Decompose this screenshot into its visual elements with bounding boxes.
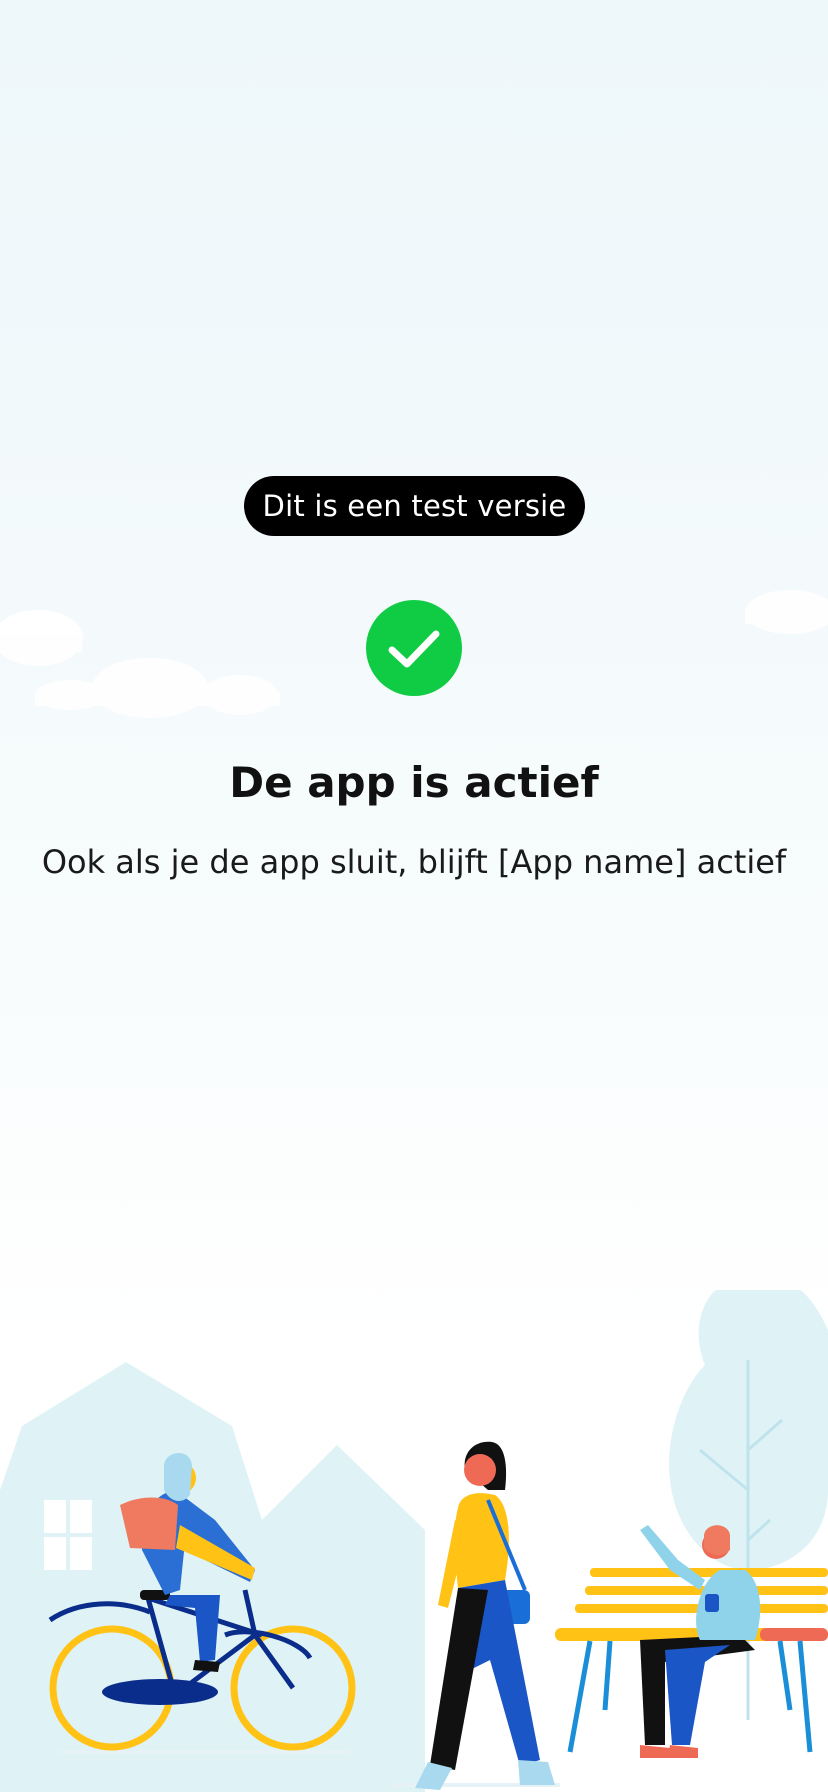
app-active-screen: Dit is een test versie De app is actief … bbox=[0, 0, 828, 1792]
walking-woman-figure bbox=[415, 1441, 555, 1790]
cloud-icon-center bbox=[35, 658, 280, 718]
page-title: De app is actief bbox=[229, 758, 599, 807]
page-subtitle: Ook als je de app sluit, blijft [App nam… bbox=[41, 843, 787, 881]
checkmark-circle-icon bbox=[366, 600, 462, 696]
street-scene-illustration bbox=[0, 1290, 828, 1792]
cloud-icon-left bbox=[0, 610, 83, 666]
test-version-badge: Dit is een test versie bbox=[244, 476, 585, 536]
cloud-icon-right bbox=[745, 590, 828, 634]
